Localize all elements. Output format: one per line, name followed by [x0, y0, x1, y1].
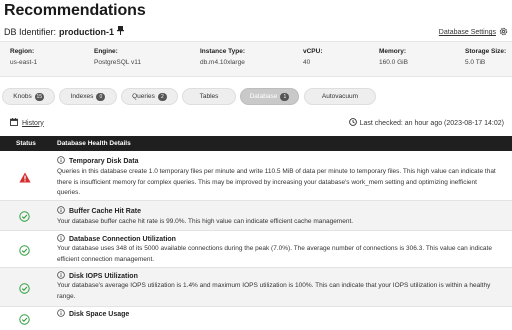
db-identifier-label: DB Identifier:	[4, 26, 57, 37]
table-row: Disk IOPS Utilization Your database's av…	[0, 268, 512, 307]
info-storage-size: Storage Size: 5.0 TiB	[465, 48, 507, 66]
tab-badge: 0	[96, 92, 106, 101]
row-title: Disk IOPS Utilization	[57, 271, 138, 281]
check-circle-icon	[19, 243, 30, 261]
row-description: Your database's average IOPS utilization…	[57, 282, 491, 300]
warning-icon	[19, 170, 31, 188]
info-icon	[57, 309, 65, 319]
check-circle-icon	[19, 312, 30, 330]
info-icon	[57, 234, 65, 244]
db-identifier-value: production-1	[59, 26, 115, 37]
info-engine: Engine: PostgreSQL v11	[94, 48, 141, 66]
row-description: Your database uses 348 of its 5000 avail…	[57, 245, 492, 263]
check-circle-icon	[19, 209, 30, 227]
clock-icon	[348, 118, 357, 128]
recommendation-tabs: Knobs 15 Indexes 0 Queries 2 Tables Data…	[0, 88, 512, 106]
gear-icon	[499, 27, 508, 38]
tab-knobs[interactable]: Knobs 15	[2, 88, 55, 105]
instance-info-bar: Region: us-east-1 Engine: PostgreSQL v11…	[0, 41, 512, 77]
info-region: Region: us-east-1	[10, 48, 38, 66]
history-label: History	[22, 119, 44, 127]
table-row: Temporary Disk Data Queries in this data…	[0, 151, 512, 201]
tab-badge: 15	[34, 92, 44, 101]
table-header: Status Database Health Details	[0, 136, 512, 151]
tab-queries[interactable]: Queries 2	[121, 88, 178, 105]
info-icon	[57, 156, 65, 166]
tab-tables[interactable]: Tables	[182, 88, 236, 105]
table-row: Buffer Cache Hit Rate Your database buff…	[0, 201, 512, 231]
info-icon	[57, 206, 65, 216]
row-description: Queries in this database create 1.0 temp…	[57, 168, 496, 196]
row-title: Disk Space Usage	[57, 309, 129, 319]
pin-icon[interactable]	[117, 26, 125, 37]
table-row: Disk Space Usage	[0, 307, 512, 325]
last-checked-text: Last checked: an hour ago (2023-08-17 14…	[359, 119, 504, 127]
table-row: Database Connection Utilization Your dat…	[0, 231, 512, 268]
history-link[interactable]: History	[10, 118, 44, 128]
tab-indexes[interactable]: Indexes 0	[59, 88, 117, 105]
database-settings-link[interactable]: Database Settings	[439, 27, 508, 38]
db-identifier: DB Identifier: production-1	[4, 26, 125, 37]
column-details: Database Health Details	[57, 140, 131, 147]
last-checked: Last checked: an hour ago (2023-08-17 14…	[348, 118, 504, 128]
tab-badge: 1	[280, 92, 290, 101]
row-title: Temporary Disk Data	[57, 156, 139, 166]
info-icon	[57, 271, 65, 281]
info-vcpu: vCPU: 40	[303, 48, 323, 66]
check-circle-icon	[19, 281, 30, 299]
column-status: Status	[16, 140, 36, 147]
tab-autovacuum[interactable]: Autovacuum	[304, 88, 376, 105]
info-memory: Memory: 160.0 GiB	[379, 48, 408, 66]
page-title: Recommendations	[4, 2, 146, 19]
row-description: Your database buffer cache hit rate is 9…	[57, 218, 354, 225]
tab-badge: 2	[157, 92, 167, 101]
info-instance-type: Instance Type: db.m4.10xlarge	[200, 48, 246, 66]
database-settings-label: Database Settings	[438, 29, 496, 36]
calendar-icon	[10, 118, 18, 128]
row-title: Buffer Cache Hit Rate	[57, 206, 141, 216]
tab-database[interactable]: Database 1	[240, 88, 299, 105]
row-title: Database Connection Utilization	[57, 234, 176, 244]
